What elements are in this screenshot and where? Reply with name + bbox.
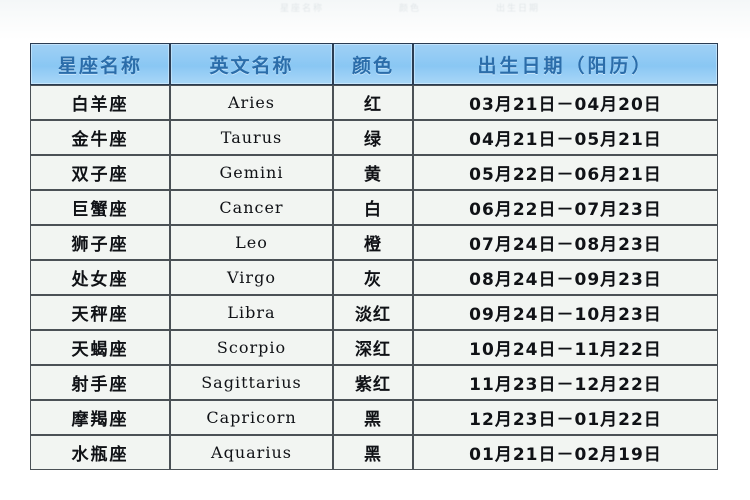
cell-color: 深红 — [333, 330, 413, 365]
cell-en: Libra — [170, 295, 333, 330]
header-row: 星座名称 英文名称 颜色 出生日期（阳历） — [30, 43, 718, 85]
cell-color: 灰 — [333, 260, 413, 295]
cell-color: 紫红 — [333, 365, 413, 400]
cell-date: 10月24日－11月22日 — [413, 330, 718, 365]
ghost-text-1: 星座名称 — [280, 3, 325, 14]
cell-date: 07月24日－08月23日 — [413, 225, 718, 260]
cell-name: 巨蟹座 — [30, 190, 170, 225]
cell-name: 天蝎座 — [30, 330, 170, 365]
cell-date: 04月21日－05月21日 — [413, 120, 718, 155]
table-header: 星座名称 英文名称 颜色 出生日期（阳历） — [30, 43, 718, 85]
cell-color: 黑 — [333, 400, 413, 435]
table-row: 金牛座 Taurus 绿 04月21日－05月21日 — [30, 120, 718, 155]
cell-en: Cancer — [170, 190, 333, 225]
table-row: 天秤座 Libra 淡红 09月24日－10月23日 — [30, 295, 718, 330]
cell-color: 红 — [333, 85, 413, 120]
cell-name: 射手座 — [30, 365, 170, 400]
column-header-sign-name: 星座名称 — [30, 43, 170, 85]
cell-color: 淡红 — [333, 295, 413, 330]
cell-name: 水瓶座 — [30, 435, 170, 470]
cell-name: 摩羯座 — [30, 400, 170, 435]
cell-date: 06月22日－07月23日 — [413, 190, 718, 225]
table-row: 摩羯座 Capricorn 黑 12月23日－01月22日 — [30, 400, 718, 435]
cell-date: 09月24日－10月23日 — [413, 295, 718, 330]
table-row: 白羊座 Aries 红 03月21日－04月20日 — [30, 85, 718, 120]
cell-en: Aquarius — [170, 435, 333, 470]
cell-date: 08月24日－09月23日 — [413, 260, 718, 295]
cell-name: 处女座 — [30, 260, 170, 295]
cell-en: Leo — [170, 225, 333, 260]
table-row: 射手座 Sagittarius 紫红 11月23日－12月22日 — [30, 365, 718, 400]
cell-date: 01月21日－02月19日 — [413, 435, 718, 470]
cell-date: 12月23日－01月22日 — [413, 400, 718, 435]
cell-date: 05月22日－06月21日 — [413, 155, 718, 190]
cell-en: Sagittarius — [170, 365, 333, 400]
cell-color: 橙 — [333, 225, 413, 260]
cell-name: 金牛座 — [30, 120, 170, 155]
cell-date: 03月21日－04月20日 — [413, 85, 718, 120]
cell-date: 11月23日－12月22日 — [413, 365, 718, 400]
cell-en: Gemini — [170, 155, 333, 190]
table-row: 天蝎座 Scorpio 深红 10月24日－11月22日 — [30, 330, 718, 365]
column-header-birth-date: 出生日期（阳历） — [413, 43, 718, 85]
cell-en: Scorpio — [170, 330, 333, 365]
table-body: 白羊座 Aries 红 03月21日－04月20日 金牛座 Taurus 绿 04月21日－0… — [30, 85, 718, 470]
cell-color: 黑 — [333, 435, 413, 470]
cell-name: 双子座 — [30, 155, 170, 190]
ghost-text-3: 出生日期 — [495, 3, 540, 14]
scan-ghost-text: 星座名称 颜色 出生日期 — [280, 1, 540, 14]
cell-en: Taurus — [170, 120, 333, 155]
column-header-color: 颜色 — [333, 43, 413, 85]
cell-color: 绿 — [333, 120, 413, 155]
cell-name: 狮子座 — [30, 225, 170, 260]
table-row: 双子座 Gemini 黄 05月22日－06月21日 — [30, 155, 718, 190]
table-row: 巨蟹座 Cancer 白 06月22日－07月23日 — [30, 190, 718, 225]
cell-en: Virgo — [170, 260, 333, 295]
cell-en: Aries — [170, 85, 333, 120]
ghost-text-2: 颜色 — [398, 3, 421, 14]
table-row: 水瓶座 Aquarius 黑 01月21日－02月19日 — [30, 435, 718, 470]
cell-name: 白羊座 — [30, 85, 170, 120]
cell-color: 白 — [333, 190, 413, 225]
cell-en: Capricorn — [170, 400, 333, 435]
column-header-english-name: 英文名称 — [170, 43, 333, 85]
cell-color: 黄 — [333, 155, 413, 190]
table-row: 处女座 Virgo 灰 08月24日－09月23日 — [30, 260, 718, 295]
zodiac-table: 星座名称 英文名称 颜色 出生日期（阳历） 白羊座 Aries 红 03月21日－04… — [30, 43, 718, 470]
cell-name: 天秤座 — [30, 295, 170, 330]
table-row: 狮子座 Leo 橙 07月24日－08月23日 — [30, 225, 718, 260]
